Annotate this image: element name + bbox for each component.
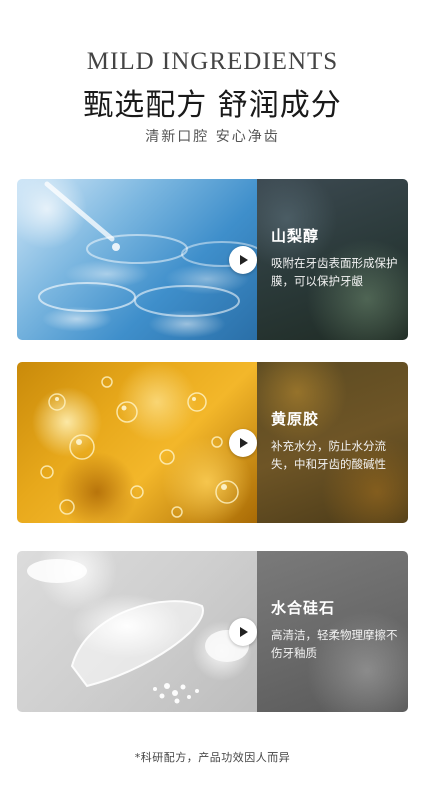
ingredient-panel [257,362,408,523]
section-kicker: MILD INGREDIENTS [86,48,339,75]
section-subtitle: 清新口腔 安心净齿 [145,129,280,145]
section-title: 甄选配方 舒润成分 [83,88,342,123]
golden-bubbles-image [17,362,257,523]
lab-glassware-image [17,179,257,340]
ingredient-panel [257,179,408,340]
ingredient-card-sorbitol [17,179,408,340]
ingredient-card-hydrated-silica [17,551,408,712]
silica-powder-image [17,551,257,712]
disclaimer-footnote: *科研配方，产品功效因人而异 [134,751,291,764]
ingredient-card-xanthan-gum [17,362,408,523]
ingredient-panel [257,551,408,712]
